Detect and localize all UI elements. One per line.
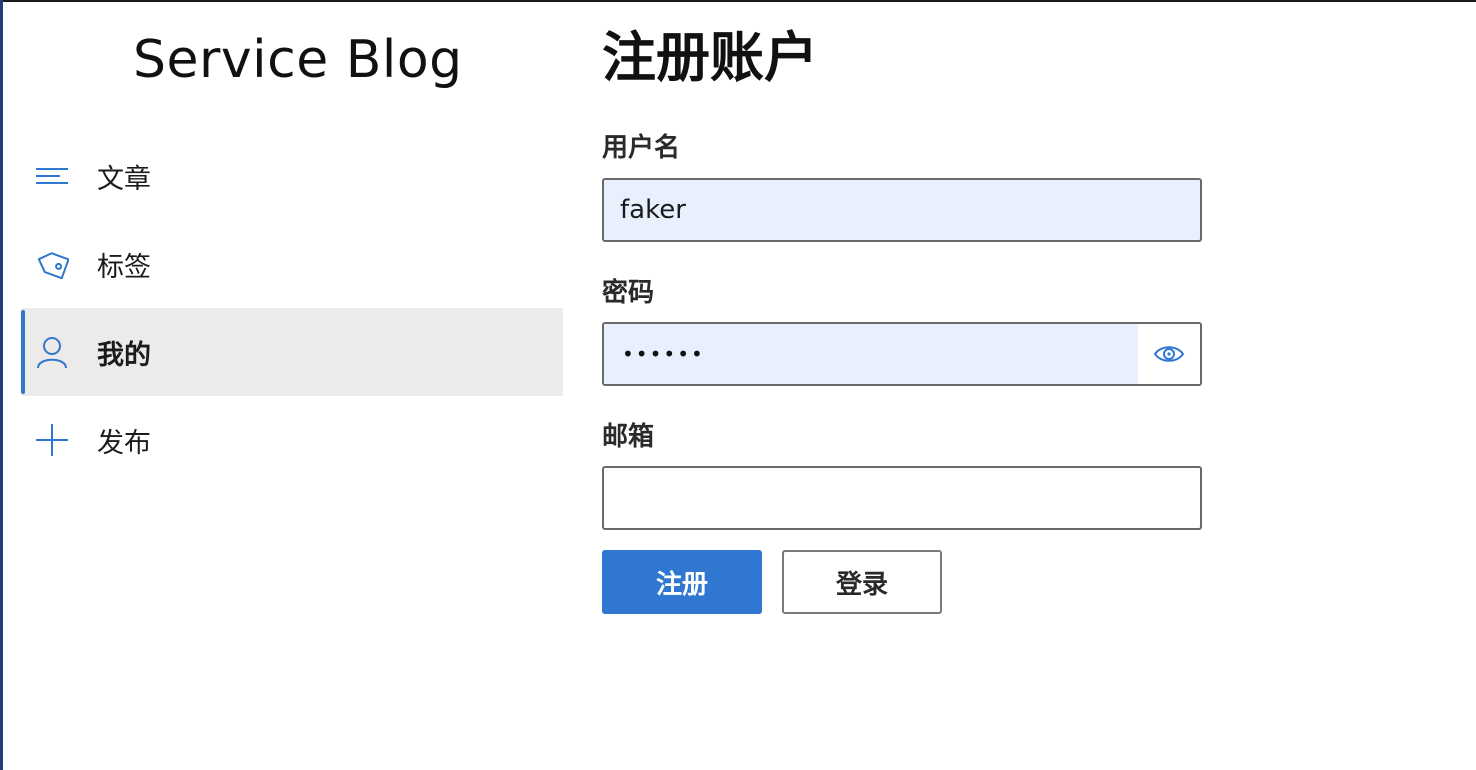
- plus-icon: [36, 424, 68, 456]
- email-label: 邮箱: [602, 422, 655, 452]
- reveal-password-button[interactable]: [1138, 324, 1200, 384]
- person-icon: [37, 337, 67, 369]
- sidebar-item-label: 文章: [97, 163, 151, 195]
- lines-icon: [36, 168, 68, 184]
- sidebar-item-label: 我的: [97, 339, 151, 371]
- password-label: 密码: [602, 278, 655, 308]
- username-label: 用户名: [602, 133, 681, 163]
- password-masked-value: ••••••: [622, 342, 705, 366]
- sidebar-item-label: 发布: [97, 427, 151, 459]
- sidebar-nav: 文章 标签 我的 发布: [21, 132, 563, 484]
- password-input[interactable]: ••••••: [602, 322, 1202, 386]
- page-title: 注册账户: [602, 26, 818, 89]
- login-button[interactable]: 登录: [782, 550, 942, 614]
- app-title: Service Blog: [133, 30, 463, 90]
- window-left-border: [0, 0, 3, 770]
- email-input[interactable]: [602, 466, 1202, 530]
- sidebar-item-publish[interactable]: 发布: [21, 396, 563, 484]
- window-top-border: [0, 0, 1476, 2]
- password-field-fill: ••••••: [604, 324, 1138, 384]
- sidebar-item-articles[interactable]: 文章: [21, 132, 563, 220]
- register-button[interactable]: 注册: [602, 550, 762, 614]
- sidebar-item-mine[interactable]: 我的: [21, 308, 563, 396]
- sidebar-item-tags[interactable]: 标签: [21, 220, 563, 308]
- sidebar-item-label: 标签: [97, 251, 151, 283]
- tag-icon: [37, 252, 69, 280]
- username-value: faker: [620, 195, 686, 225]
- eye-icon: [1153, 346, 1185, 362]
- username-input[interactable]: faker: [602, 178, 1202, 242]
